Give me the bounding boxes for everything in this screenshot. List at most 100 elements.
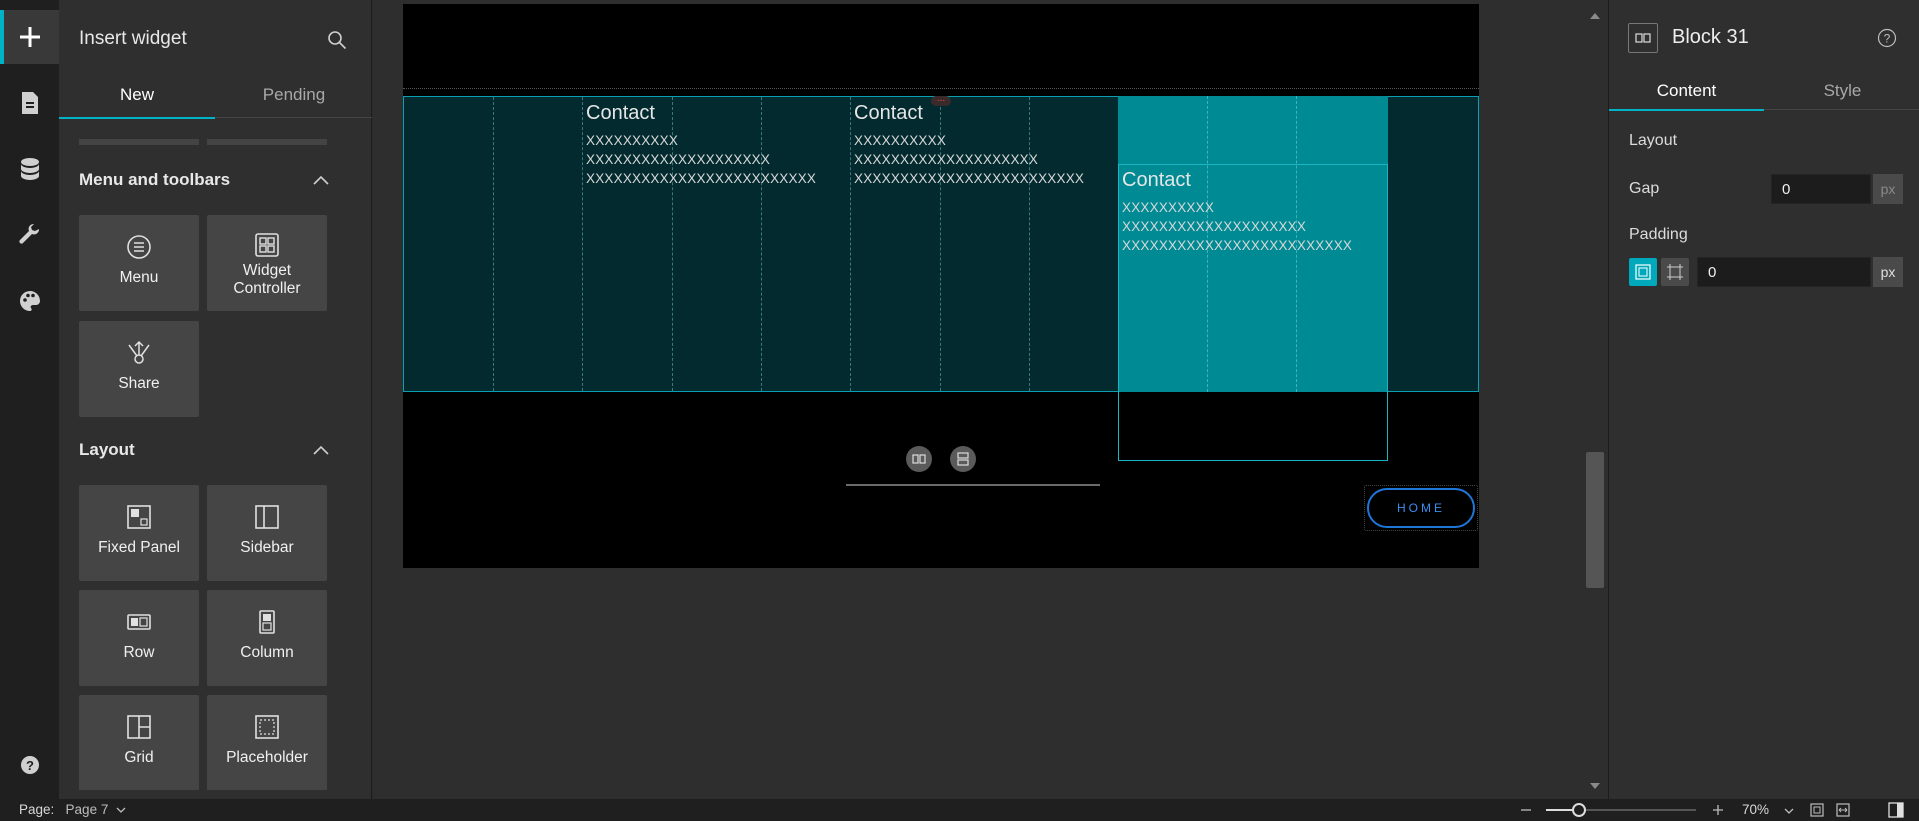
- zoom-level[interactable]: 70%: [1742, 802, 1769, 817]
- panel-title: Insert widget: [79, 28, 187, 49]
- padding-uniform-button[interactable]: [1629, 258, 1657, 286]
- divider-line: [846, 484, 1100, 486]
- data-rail-button[interactable]: [0, 142, 59, 196]
- widget-label: Placeholder: [226, 749, 308, 766]
- tab-pending[interactable]: Pending: [216, 72, 372, 118]
- section-title: Layout: [79, 440, 135, 459]
- search-icon[interactable]: [327, 30, 347, 50]
- contact-line: XXXXXXXXXXXXXXXXXXXXXXXXX: [586, 171, 817, 186]
- widget-card-menu[interactable]: Menu: [79, 215, 199, 311]
- palette-icon: [19, 291, 40, 311]
- divider: [403, 88, 1479, 89]
- canvas-area: ... Contact XXXXXXXXXX XXXXXXXXXXXXXXXXX…: [373, 0, 1608, 799]
- share-icon: [128, 340, 150, 364]
- canvas-scrollbar[interactable]: [1585, 6, 1605, 796]
- padding-unit[interactable]: px: [1873, 257, 1903, 287]
- page-icon: [21, 92, 38, 114]
- help-icon[interactable]: ?: [1877, 28, 1897, 48]
- contact-line: XXXXXXXXXXXXXXXXXXXX: [1122, 219, 1307, 234]
- widget-card-widget-controller[interactable]: Widget Controller: [207, 215, 327, 311]
- column-icon: [259, 610, 275, 634]
- svg-text:?: ?: [26, 758, 34, 773]
- widget-card-fixed-panel[interactable]: Fixed Panel: [79, 485, 199, 581]
- chevron-up-icon: [313, 175, 329, 185]
- tab-style[interactable]: Style: [1765, 72, 1919, 110]
- gap-input[interactable]: 0: [1771, 174, 1871, 204]
- scrollbar-thumb[interactable]: [1586, 452, 1604, 588]
- page-indicator[interactable]: Page: Page 7: [19, 802, 126, 817]
- widget-card-row[interactable]: Row: [79, 590, 199, 686]
- contact-text: XXXXXXXXXX XXXXXXXXXXXXXXXXXXXX XXXXXXXX…: [854, 131, 1084, 188]
- page-value: Page 7: [65, 802, 109, 817]
- gap-unit[interactable]: px: [1873, 174, 1903, 204]
- widget-card-placeholder[interactable]: Placeholder: [207, 695, 327, 790]
- add-row-button[interactable]: [950, 446, 976, 472]
- zoom-out-icon[interactable]: [1520, 804, 1532, 816]
- menu-icon: [127, 235, 151, 259]
- zoom-in-icon[interactable]: [1712, 804, 1724, 816]
- svg-text:?: ?: [1884, 32, 1891, 46]
- tab-content[interactable]: Content: [1609, 72, 1764, 111]
- contact-block[interactable]: Contact XXXXXXXXXX XXXXXXXXXXXXXXXXXXXX …: [854, 102, 1084, 188]
- section-layout[interactable]: Layout: [79, 435, 329, 465]
- home-button[interactable]: HOME: [1364, 485, 1478, 531]
- widget-card-grid[interactable]: Grid: [79, 695, 199, 790]
- contact-heading: Contact: [586, 102, 655, 124]
- properties-tabs: Content Style: [1609, 72, 1919, 111]
- zoom-controls: 70%: [1520, 799, 1919, 821]
- grid-line: [850, 97, 851, 391]
- card-stub: [79, 139, 199, 145]
- padding-individual-button[interactable]: [1661, 258, 1689, 286]
- chevron-down-icon[interactable]: [1784, 807, 1794, 815]
- widget-label: Fixed Panel: [98, 539, 180, 556]
- contact-text: XXXXXXXXXX XXXXXXXXXXXXXXXXXXXX XXXXXXXX…: [1122, 198, 1352, 255]
- widget-label: Column: [240, 644, 294, 661]
- add-column-button[interactable]: [906, 446, 932, 472]
- fit-width-icon[interactable]: [1836, 803, 1850, 817]
- widget-label: Sidebar: [240, 539, 294, 556]
- theme-rail-button[interactable]: [0, 274, 59, 328]
- status-bar: Page: Page 7 70%: [0, 799, 1919, 821]
- scroll-down-icon[interactable]: [1590, 782, 1600, 790]
- columns-icon: [912, 454, 926, 464]
- widget-label: Share: [118, 375, 160, 392]
- panel-toggle-icon[interactable]: [1888, 802, 1904, 818]
- padding-input[interactable]: 0: [1697, 257, 1871, 287]
- contact-line: XXXXXXXXXX: [586, 133, 679, 148]
- grid-icon: [127, 715, 151, 739]
- wrench-icon: [18, 223, 39, 244]
- chevron-down-icon: [116, 807, 126, 813]
- card-stub: [207, 139, 327, 145]
- grid-line: [582, 97, 583, 391]
- zoom-slider-thumb[interactable]: [1572, 803, 1586, 817]
- padding-all-icon: [1635, 264, 1651, 280]
- contact-text: XXXXXXXXXX XXXXXXXXXXXXXXXXXXXX XXXXXXXX…: [586, 131, 816, 188]
- help-icon[interactable]: ?: [20, 755, 40, 775]
- contact-line: XXXXXXXXXXXXXXXXXXXXXXXXX: [854, 171, 1085, 186]
- tab-new[interactable]: New: [59, 72, 215, 119]
- panel-tabs: New Pending: [59, 72, 372, 119]
- placeholder-icon: [255, 715, 279, 739]
- widget-card-column[interactable]: Column: [207, 590, 327, 686]
- contact-heading: Contact: [854, 102, 923, 124]
- section-title: Menu and toolbars: [79, 170, 231, 189]
- contact-line: XXXXXXXXXX: [1122, 200, 1215, 215]
- chevron-up-icon: [313, 445, 329, 455]
- contact-line: XXXXXXXXXX: [854, 133, 947, 148]
- widget-card-share[interactable]: Share: [79, 321, 199, 417]
- widget-label: Row: [123, 644, 155, 661]
- pages-rail-button[interactable]: [0, 76, 59, 130]
- widget-card-sidebar[interactable]: Sidebar: [207, 485, 327, 581]
- widget-label: Menu: [119, 269, 159, 286]
- contact-block[interactable]: Contact XXXXXXXXXX XXXXXXXXXXXXXXXXXXXX …: [1122, 169, 1352, 255]
- fit-page-icon[interactable]: [1810, 803, 1824, 817]
- insert-rail-button[interactable]: [0, 10, 59, 64]
- section-menu-toolbars[interactable]: Menu and toolbars: [79, 165, 329, 195]
- database-icon: [20, 158, 39, 180]
- zoom-slider[interactable]: [1546, 803, 1696, 817]
- widget-label: Widget Controller: [233, 262, 301, 297]
- tools-rail-button[interactable]: [0, 208, 59, 262]
- row-icon: [127, 614, 151, 630]
- scroll-up-icon[interactable]: [1590, 12, 1600, 20]
- contact-block[interactable]: Contact XXXXXXXXXX XXXXXXXXXXXXXXXXXXXX …: [586, 102, 816, 188]
